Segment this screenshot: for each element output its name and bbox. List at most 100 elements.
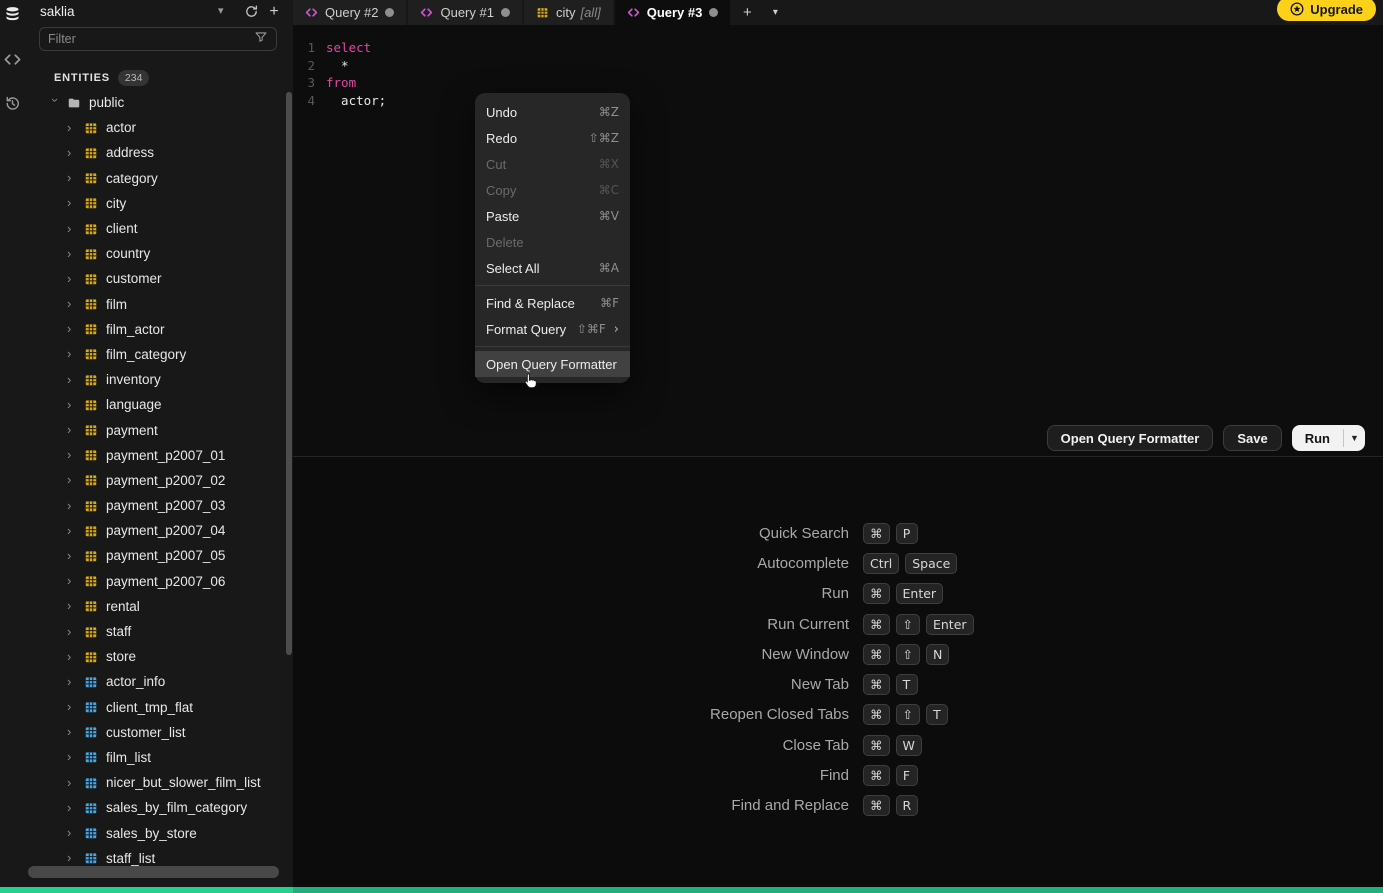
chevron-right-icon[interactable]: ›: [67, 576, 77, 586]
sidebar-item-payment[interactable]: ›payment: [25, 417, 285, 442]
sidebar-item-customer[interactable]: ›customer: [25, 266, 285, 291]
chevron-down-icon[interactable]: ›: [50, 98, 60, 108]
chevron-right-icon[interactable]: ›: [67, 123, 77, 133]
sidebar-item-store[interactable]: ›store: [25, 644, 285, 669]
sidebar-item-payment-p2007-02[interactable]: ›payment_p2007_02: [25, 468, 285, 493]
sidebar-item-language[interactable]: ›language: [25, 392, 285, 417]
menu-item-find-replace[interactable]: Find & Replace⌘F: [475, 290, 630, 316]
code-icon[interactable]: [4, 51, 21, 68]
database-name[interactable]: saklia: [40, 4, 75, 19]
unsaved-dot-icon[interactable]: [709, 8, 718, 17]
chevron-right-icon[interactable]: ›: [67, 274, 77, 284]
upgrade-button[interactable]: Upgrade: [1277, 0, 1376, 21]
sidebar-item-payment-p2007-05[interactable]: ›payment_p2007_05: [25, 543, 285, 568]
chevron-right-icon[interactable]: ›: [67, 828, 77, 838]
database-icon[interactable]: [4, 6, 21, 23]
keycap: F: [896, 765, 918, 786]
refresh-icon[interactable]: [244, 4, 260, 20]
chevron-right-icon[interactable]: ›: [67, 375, 77, 385]
tab-query-3[interactable]: Query #3: [615, 0, 731, 25]
chevron-right-icon[interactable]: ›: [67, 778, 77, 788]
chevron-right-icon[interactable]: ›: [67, 475, 77, 485]
chevron-right-icon[interactable]: ›: [67, 853, 77, 863]
sidebar-item-rental[interactable]: ›rental: [25, 594, 285, 619]
chevron-right-icon[interactable]: ›: [67, 400, 77, 410]
chevron-right-icon[interactable]: ›: [67, 173, 77, 183]
chevron-right-icon[interactable]: ›: [67, 148, 77, 158]
menu-item-undo[interactable]: Undo⌘Z: [475, 99, 630, 125]
unsaved-dot-icon[interactable]: [501, 8, 510, 17]
sidebar-item-city[interactable]: ›city: [25, 191, 285, 216]
sidebar-item-payment-p2007-04[interactable]: ›payment_p2007_04: [25, 518, 285, 543]
tab-list-button[interactable]: ▾: [762, 0, 788, 25]
chevron-right-icon[interactable]: ›: [67, 526, 77, 536]
sidebar-item-actor-info[interactable]: ›actor_info: [25, 669, 285, 694]
menu-item-format-query[interactable]: Format Query⇧⌘F›: [475, 316, 630, 342]
run-options-button[interactable]: ▼: [1344, 425, 1365, 451]
add-icon[interactable]: +: [266, 4, 282, 20]
sidebar-item-actor[interactable]: ›actor: [25, 115, 285, 140]
history-icon[interactable]: [4, 95, 21, 112]
chevron-right-icon[interactable]: ›: [67, 324, 77, 334]
filter-input[interactable]: [48, 32, 254, 46]
chevron-right-icon[interactable]: ›: [67, 652, 77, 662]
open-query-formatter-button[interactable]: Open Query Formatter: [1047, 425, 1214, 451]
database-selector[interactable]: saklia ▾ +: [25, 1, 293, 24]
chevron-down-icon[interactable]: ▾: [218, 4, 224, 17]
sidebar-item-nicer-but-slower-film-list[interactable]: ›nicer_but_slower_film_list: [25, 770, 285, 795]
menu-item-redo[interactable]: Redo⇧⌘Z: [475, 125, 630, 151]
chevron-right-icon[interactable]: ›: [67, 224, 77, 234]
tab-query-2[interactable]: Query #2: [293, 0, 406, 25]
sidebar-horizontal-scrollbar[interactable]: [28, 866, 279, 878]
sidebar-item-payment-p2007-01[interactable]: ›payment_p2007_01: [25, 443, 285, 468]
sidebar-item-country[interactable]: ›country: [25, 241, 285, 266]
chevron-right-icon[interactable]: ›: [67, 677, 77, 687]
new-tab-button[interactable]: +: [732, 0, 762, 25]
sidebar-item-client[interactable]: ›client: [25, 216, 285, 241]
icon-rail: [0, 0, 25, 887]
tab-query-1[interactable]: Query #1: [408, 0, 521, 25]
sidebar-item-client-tmp-flat[interactable]: ›client_tmp_flat: [25, 695, 285, 720]
sidebar-item-customer-list[interactable]: ›customer_list: [25, 720, 285, 745]
chevron-right-icon[interactable]: ›: [67, 803, 77, 813]
run-button[interactable]: Run: [1292, 425, 1343, 451]
sidebar-item-film-category[interactable]: ›film_category: [25, 342, 285, 367]
sidebar-vertical-scrollbar[interactable]: [286, 92, 292, 655]
chevron-right-icon[interactable]: ›: [67, 450, 77, 460]
sidebar-item-address[interactable]: ›address: [25, 140, 285, 165]
filter-field[interactable]: [39, 27, 277, 51]
chevron-right-icon[interactable]: ›: [67, 249, 77, 259]
menu-item-label: Copy: [486, 183, 516, 198]
sidebar-item-film-actor[interactable]: ›film_actor: [25, 317, 285, 342]
sidebar-item-sales-by-film-category[interactable]: ›sales_by_film_category: [25, 795, 285, 820]
table-icon: [84, 599, 98, 613]
unsaved-dot-icon[interactable]: [385, 8, 394, 17]
chevron-right-icon[interactable]: ›: [67, 702, 77, 712]
chevron-right-icon[interactable]: ›: [67, 551, 77, 561]
chevron-right-icon[interactable]: ›: [67, 198, 77, 208]
chevron-right-icon[interactable]: ›: [67, 299, 77, 309]
shortcut-keys: ⌘⇧T: [863, 704, 948, 725]
sidebar-item-payment-p2007-06[interactable]: ›payment_p2007_06: [25, 569, 285, 594]
chevron-right-icon[interactable]: ›: [67, 727, 77, 737]
menu-item-paste[interactable]: Paste⌘V: [475, 203, 630, 229]
sidebar-item-inventory[interactable]: ›inventory: [25, 367, 285, 392]
sql-editor[interactable]: 1select2 *3from4 actor;: [293, 25, 1383, 456]
tab-city[interactable]: city[all]: [524, 0, 613, 25]
sidebar-item-public[interactable]: › public: [25, 90, 285, 115]
chevron-right-icon[interactable]: ›: [67, 425, 77, 435]
save-button[interactable]: Save: [1223, 425, 1281, 451]
menu-item-open-query-formatter[interactable]: Open Query Formatter: [475, 351, 630, 377]
sidebar-item-staff[interactable]: ›staff: [25, 619, 285, 644]
chevron-right-icon[interactable]: ›: [67, 627, 77, 637]
chevron-right-icon[interactable]: ›: [67, 349, 77, 359]
chevron-right-icon[interactable]: ›: [67, 501, 77, 511]
sidebar-item-film-list[interactable]: ›film_list: [25, 745, 285, 770]
sidebar-item-film[interactable]: ›film: [25, 292, 285, 317]
menu-item-select-all[interactable]: Select All⌘A: [475, 255, 630, 281]
chevron-right-icon[interactable]: ›: [67, 601, 77, 611]
sidebar-item-category[interactable]: ›category: [25, 166, 285, 191]
chevron-right-icon[interactable]: ›: [67, 752, 77, 762]
sidebar-item-sales-by-store[interactable]: ›sales_by_store: [25, 820, 285, 845]
sidebar-item-payment-p2007-03[interactable]: ›payment_p2007_03: [25, 493, 285, 518]
